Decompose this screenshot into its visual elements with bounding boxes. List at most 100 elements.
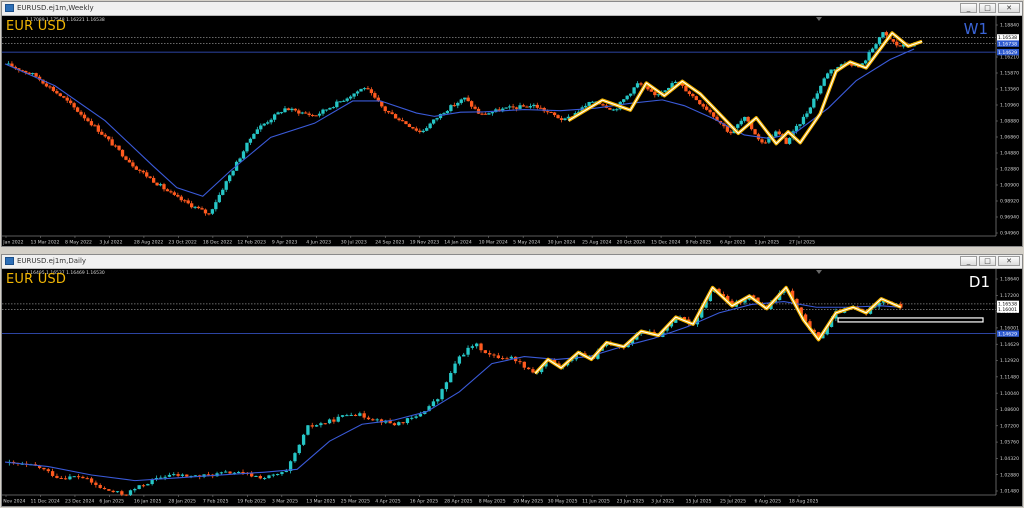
bull-candle — [877, 37, 882, 45]
bear-candle — [113, 145, 118, 147]
bull-candle — [336, 416, 340, 422]
bear-candle — [183, 200, 187, 202]
bear-candle — [148, 176, 152, 178]
x-tick-label: 30 May 2025 — [548, 499, 578, 505]
bear-candle — [525, 106, 529, 108]
bear-candle — [511, 106, 515, 108]
y-tick-label: 1.06860 — [1000, 135, 1019, 141]
weekly-chart-window[interactable]: EURUSD.ej1m,Weekly _ □ ✕ 1.188401.165381… — [1, 1, 1023, 247]
bull-candle — [321, 109, 325, 114]
bear-candle — [176, 474, 180, 476]
bear-candle — [884, 32, 889, 36]
bull-candle — [442, 113, 446, 115]
x-tick-label: 23 Oct 2022 — [168, 240, 196, 246]
bear-candle — [310, 425, 314, 427]
restore-icon[interactable]: □ — [979, 256, 996, 266]
bull-candle — [327, 419, 332, 424]
bear-candle — [94, 482, 98, 485]
bear-candle — [117, 145, 121, 150]
bear-candle — [190, 203, 194, 208]
weekly-plot-area[interactable]: 1.188401.165381.162101.158701.135601.109… — [2, 16, 1022, 246]
bear-candle — [179, 196, 183, 201]
bear-candle — [58, 93, 62, 97]
bull-candle — [622, 99, 626, 102]
bull-candle — [31, 73, 35, 75]
bull-candle — [252, 133, 256, 139]
daily-window-titlebar[interactable]: EURUSD.ej1m,Daily _ □ ✕ — [2, 255, 1022, 269]
bull-candle — [743, 116, 747, 121]
x-tick-label: 20 Oct 2024 — [617, 240, 645, 246]
y-tick-label: 1.02880 — [1000, 472, 1019, 478]
zigzag-line-outer — [533, 285, 902, 375]
bull-candle — [300, 112, 304, 114]
bull-candle — [563, 118, 567, 121]
bear-candle — [366, 417, 371, 420]
minimize-icon[interactable]: _ — [960, 256, 977, 266]
bear-candle — [777, 131, 781, 135]
bull-candle — [290, 108, 294, 111]
bull-candle — [280, 472, 284, 475]
bull-candle — [864, 60, 868, 64]
bull-candle — [867, 52, 871, 61]
bear-candle — [79, 111, 83, 115]
bear-candle — [383, 106, 387, 112]
daily-chart-shift-marker[interactable] — [816, 270, 822, 274]
x-tick-label: 15 Dec 2024 — [651, 240, 680, 246]
bear-candle — [63, 478, 68, 480]
bull-candle — [217, 194, 221, 203]
bear-candle — [362, 413, 366, 418]
bear-candle — [186, 200, 190, 204]
bull-candle — [146, 484, 150, 486]
bear-candle — [76, 476, 81, 478]
y-tick-label: 1.17200 — [1000, 293, 1019, 299]
bull-candle — [673, 81, 678, 84]
bull-candle — [297, 444, 301, 454]
price-marker-label: 1.16001 — [998, 307, 1017, 313]
bear-candle — [332, 419, 336, 422]
bull-candle — [248, 138, 253, 143]
bull-candle — [421, 130, 425, 133]
y-tick-label: 1.01480 — [1000, 489, 1019, 495]
minimize-icon[interactable]: _ — [960, 3, 977, 13]
bull-candle — [805, 113, 809, 117]
x-tick-label: 25 Aug 2024 — [582, 240, 612, 246]
bear-candle — [895, 41, 899, 46]
bull-candle — [632, 87, 636, 94]
weekly-timeframe-label: W1 — [963, 20, 988, 38]
bull-candle — [328, 107, 332, 110]
bear-candle — [353, 414, 358, 416]
bear-candle — [196, 206, 201, 209]
weekly-chart-svg[interactable]: 1.188401.165381.162101.158701.135601.109… — [2, 16, 1022, 246]
bear-candle — [304, 112, 308, 114]
chart-window-icon — [5, 257, 14, 265]
bull-candle — [509, 356, 513, 359]
bear-candle — [898, 45, 902, 47]
daily-chart-svg[interactable]: 1.186401.172001.165381.160011.146291.129… — [2, 269, 1022, 506]
bull-candle — [271, 474, 275, 476]
bull-candle — [259, 125, 263, 130]
bull-candle — [345, 98, 349, 101]
close-icon[interactable]: ✕ — [998, 256, 1020, 266]
bull-candle — [815, 93, 819, 99]
bear-candle — [479, 343, 483, 351]
bull-candle — [262, 123, 266, 126]
bull-candle — [819, 85, 823, 94]
x-tick-label: 28 Aug 2022 — [134, 240, 164, 246]
weekly-chart-shift-marker[interactable] — [816, 17, 822, 21]
x-tick-label: 27 Jul 2025 — [789, 240, 815, 246]
bear-candle — [414, 128, 418, 131]
bull-candle — [359, 88, 363, 92]
weekly-window-titlebar[interactable]: EURUSD.ej1m,Weekly _ □ ✕ — [2, 2, 1022, 16]
bull-candle — [224, 181, 228, 190]
bull-candle — [349, 414, 353, 416]
weekly-symbol-label: EUR USD — [6, 19, 67, 34]
daily-plot-area[interactable]: 1.18640 1.17200 1.16538 1.16001 1.14629 1.129… — [2, 269, 1022, 506]
daily-chart-window[interactable]: EURUSD.ej1m,Daily _ □ ✕ 1.18640 1.17200 1.… — [1, 254, 1023, 507]
restore-icon[interactable]: □ — [979, 3, 996, 13]
y-tick-label: 1.18840 — [1000, 23, 1019, 29]
bull-candle — [167, 474, 172, 477]
x-tick-label: 29 Nov 2024 — [2, 499, 25, 505]
bull-candle — [345, 415, 349, 417]
x-tick-label: 7 Feb 2025 — [203, 499, 229, 505]
close-icon[interactable]: ✕ — [998, 3, 1020, 13]
